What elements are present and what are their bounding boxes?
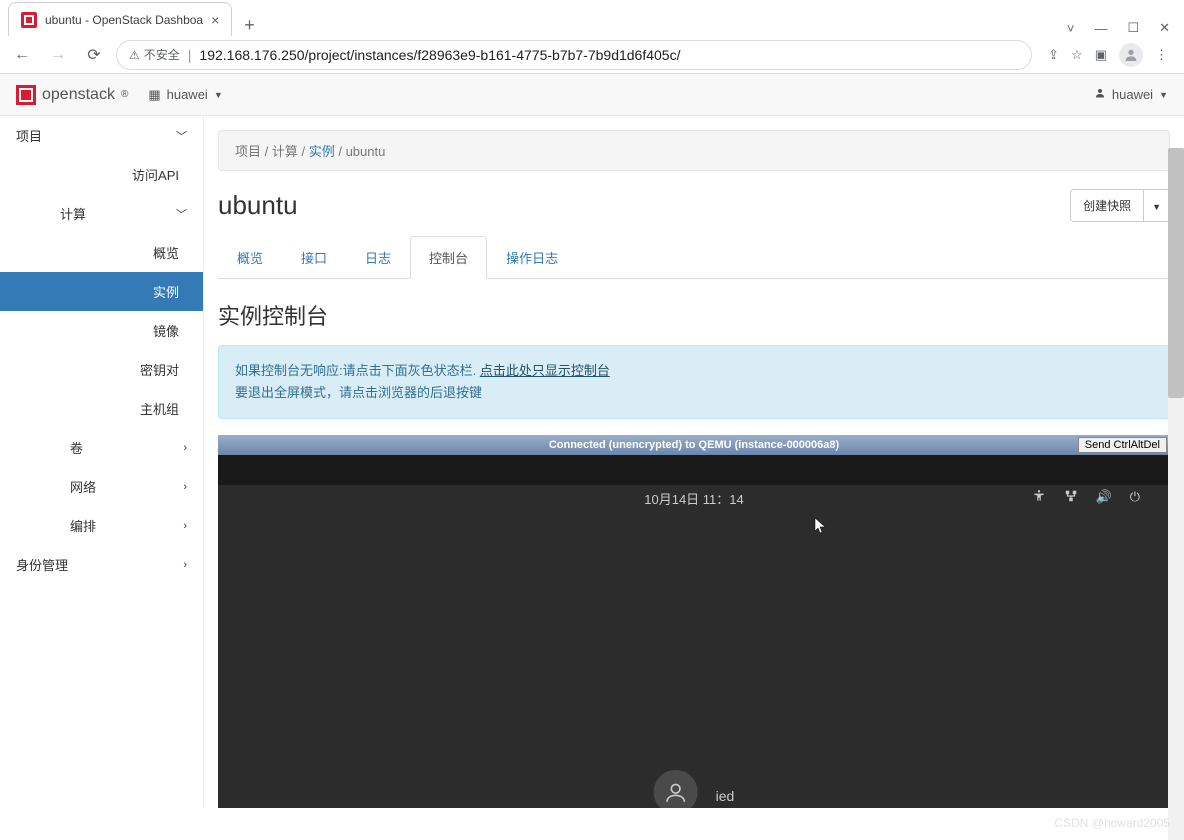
sidebar-item-keypairs[interactable]: 密钥对 [0,350,203,389]
chevron-right-icon: › [183,442,187,454]
sidebar-item-instances[interactable]: 实例 [0,272,203,311]
window-controls: ˅ — ☐ ✕ [1067,20,1184,36]
url-bar[interactable]: ⚠ 不安全 | 192.168.176.250/project/instance… [116,40,1032,70]
openstack-topbar: openstack® ▦ huawei ▼ huawei ▼ [0,74,1184,116]
browser-tab-strip: ubuntu - OpenStack Dashboa × + ˅ — ☐ ✕ [0,0,1184,36]
sound-icon[interactable]: 🔊 [1096,489,1112,506]
page-title: ubuntu [218,190,298,221]
profile-avatar-icon[interactable] [1119,43,1143,67]
sidebar: 项目 ﹀ 访问API 计算 ﹀ 概览 实例 镜像 密钥对 主机组 卷 › 网络 … [0,116,204,808]
openstack-logo-icon [16,85,36,105]
sidebar-section-network[interactable]: 网络 › [0,467,203,506]
vm-username[interactable]: ied [716,788,735,804]
console-container: Connected (unencrypted) to QEMU (instanc… [218,435,1170,808]
vnc-console[interactable]: 10月14日 11：14 🔊 ⏻ [218,455,1170,808]
domain-icon: ▦ [148,87,160,103]
power-icon[interactable]: ⏻ [1130,489,1140,506]
sidebar-item-images[interactable]: 镜像 [0,311,203,350]
sidebar-item-hostgroups[interactable]: 主机组 [0,389,203,428]
sidebar-section-orchestration[interactable]: 编排 › [0,506,203,545]
share-icon[interactable]: ⇪ [1048,47,1059,63]
browser-tab[interactable]: ubuntu - OpenStack Dashboa × [8,2,232,36]
back-button[interactable]: ← [8,41,36,69]
maximize-icon[interactable]: ☐ [1127,20,1139,36]
minimize-icon[interactable]: — [1094,21,1107,36]
close-window-icon[interactable]: ✕ [1159,20,1170,36]
caret-down-icon: ▼ [1152,202,1161,212]
new-tab-button[interactable]: + [232,15,267,36]
chevron-down-icon[interactable]: ˅ [1067,21,1075,36]
console-info: 如果控制台无响应:请点击下面灰色状态栏. 点击此处只显示控制台 要退出全屏模式，… [218,345,1170,419]
page-scrollbar[interactable] [1168,148,1184,840]
bookmark-icon[interactable]: ☆ [1071,47,1083,63]
tab-log[interactable]: 日志 [346,236,410,279]
project-selector[interactable]: ▦ huawei ▼ [148,87,222,103]
cursor-icon [814,517,828,538]
chevron-down-icon: ﹀ [176,206,187,222]
content-area: 项目 / 计算 / 实例 / ubuntu ubuntu 创建快照 ▼ 概览 接… [204,116,1184,808]
openstack-logo[interactable]: openstack® [16,85,128,105]
sidebar-section-volumes[interactable]: 卷 › [0,428,203,467]
vm-top-panel: 10月14日 11：14 🔊 ⏻ [218,485,1170,511]
action-dropdown-button[interactable]: ▼ [1144,189,1170,222]
user-menu[interactable]: huawei ▼ [1094,87,1168,102]
instance-tabs: 概览 接口 日志 控制台 操作日志 [218,236,1170,279]
user-avatar-icon[interactable] [654,770,698,808]
tab-interfaces[interactable]: 接口 [282,236,346,279]
vm-menu-bar [218,455,1170,485]
reload-button[interactable]: ⟳ [80,41,108,69]
create-snapshot-button[interactable]: 创建快照 [1070,189,1144,222]
network-icon[interactable] [1064,489,1078,506]
show-only-console-link[interactable]: 点击此处只显示控制台 [480,363,610,378]
sidebar-item-api[interactable]: 访问API [0,155,203,194]
sidebar-section-identity[interactable]: 身份管理 › [0,545,203,584]
scrollbar-thumb[interactable] [1168,148,1184,398]
caret-down-icon: ▼ [1159,90,1168,100]
vm-clock: 10月14日 11：14 [644,489,744,508]
sidebar-section-project[interactable]: 项目 ﹀ [0,116,203,155]
breadcrumb: 项目 / 计算 / 实例 / ubuntu [218,130,1170,171]
url-text: 192.168.176.250/project/instances/f28963… [199,47,680,63]
caret-down-icon: ▼ [214,90,223,100]
chevron-right-icon: › [183,559,187,571]
watermark: CSDN @howard2005 [1054,816,1170,830]
chevron-right-icon: › [183,481,187,493]
tab-console[interactable]: 控制台 [410,236,487,279]
sidebar-section-compute[interactable]: 计算 ﹀ [0,194,203,233]
chevron-down-icon: ﹀ [176,128,187,144]
extensions-icon[interactable]: ▣ [1095,47,1107,63]
tab-action-log[interactable]: 操作日志 [487,236,577,279]
user-icon [1094,87,1106,102]
browser-menu-icon[interactable]: ⋮ [1155,47,1168,63]
tab-overview[interactable]: 概览 [218,236,282,279]
insecure-icon: ⚠ 不安全 [129,46,180,63]
browser-nav-bar: ← → ⟳ ⚠ 不安全 | 192.168.176.250/project/in… [0,36,1184,74]
sidebar-item-overview[interactable]: 概览 [0,233,203,272]
breadcrumb-link-instances[interactable]: 实例 [309,144,335,159]
console-heading: 实例控制台 [204,279,1184,345]
chevron-right-icon: › [183,520,187,532]
forward-button[interactable]: → [44,41,72,69]
accessibility-icon[interactable] [1032,489,1046,506]
close-tab-icon[interactable]: × [211,12,219,28]
favicon-icon [21,12,37,28]
tab-title: ubuntu - OpenStack Dashboa [45,13,203,27]
console-status-bar[interactable]: Connected (unencrypted) to QEMU (instanc… [218,435,1170,455]
vm-login-panel: ied 未列出? [654,770,735,808]
send-ctrlaltdel-button[interactable]: Send CtrlAltDel [1078,437,1167,453]
